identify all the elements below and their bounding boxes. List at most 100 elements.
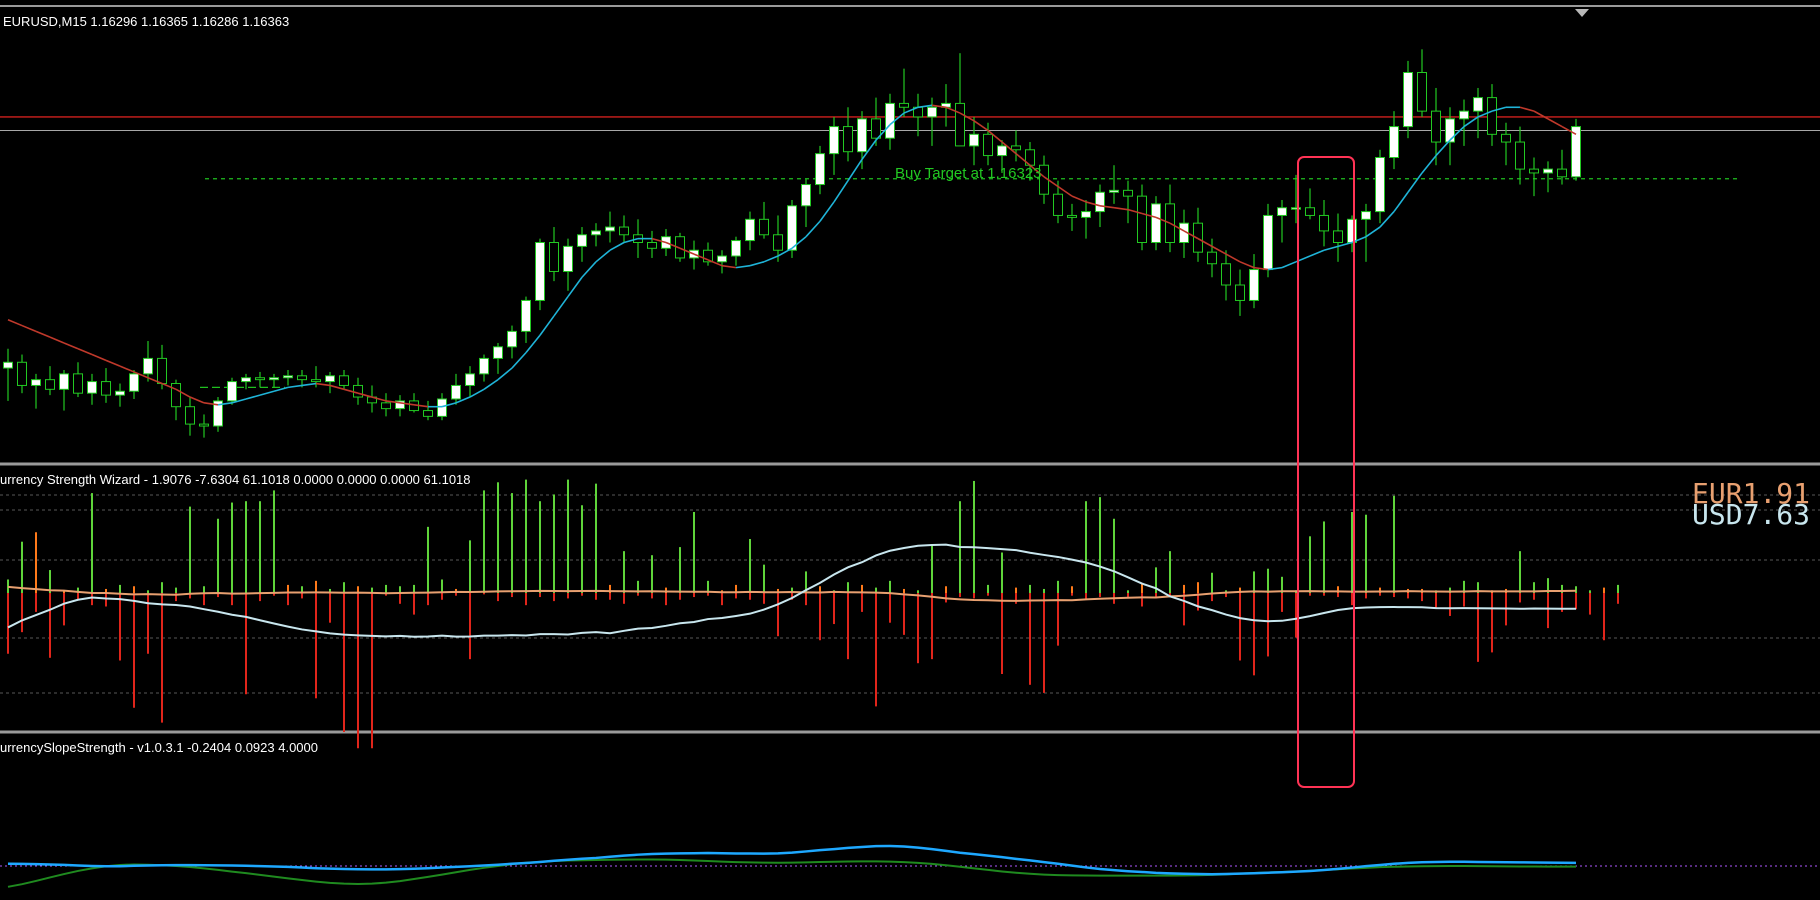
candle-body bbox=[1417, 72, 1427, 112]
candle-body bbox=[101, 381, 111, 396]
shift-marker-icon bbox=[1575, 9, 1589, 17]
mt4-chart-window[interactable]: EURUSD,M15 1.16296 1.16365 1.16286 1.163… bbox=[0, 0, 1820, 900]
strength-indicator-title: urrency Strength Wizard - 1.9076 -7.6304… bbox=[0, 472, 471, 487]
ma-segment-down bbox=[721, 264, 737, 269]
candle-body bbox=[1123, 189, 1133, 197]
candle-body bbox=[3, 361, 13, 369]
candle-body bbox=[451, 384, 461, 400]
ma-segment-down bbox=[63, 342, 79, 350]
ma-segment-up bbox=[553, 296, 569, 317]
ma-segment-down bbox=[1239, 261, 1255, 269]
candle-body bbox=[885, 102, 895, 139]
ma-segment-up bbox=[301, 382, 317, 387]
ma-segment-up bbox=[525, 334, 541, 354]
candle-body bbox=[45, 379, 55, 390]
candle-body bbox=[157, 357, 167, 385]
candle-body bbox=[227, 381, 237, 402]
ma-segment-up bbox=[567, 276, 583, 298]
ma-segment-up bbox=[1281, 261, 1297, 269]
ma-segment-down bbox=[1113, 206, 1129, 211]
candle-body bbox=[1137, 195, 1147, 244]
candle-body bbox=[1053, 193, 1063, 216]
ma-segment-up bbox=[805, 220, 821, 238]
candle-body bbox=[731, 240, 741, 257]
candle-body bbox=[1515, 141, 1525, 170]
ma-segment-up bbox=[469, 388, 485, 398]
candle-body bbox=[31, 379, 41, 386]
ma-segment-up bbox=[1309, 249, 1325, 257]
ma-segment-up bbox=[483, 379, 499, 390]
ma-segment-up bbox=[1365, 226, 1381, 238]
candle-body bbox=[647, 242, 657, 249]
candle-body bbox=[1347, 218, 1357, 243]
candle-body bbox=[1249, 269, 1259, 301]
ma-segment-down bbox=[35, 330, 51, 338]
candle-body bbox=[577, 234, 587, 247]
candle-body bbox=[521, 299, 531, 332]
candle-body bbox=[437, 398, 447, 417]
candle-body bbox=[1067, 214, 1077, 218]
candle-body bbox=[1011, 145, 1021, 151]
candle-body bbox=[171, 383, 181, 408]
candle-body bbox=[801, 184, 811, 207]
candle-body bbox=[1291, 207, 1301, 210]
slope-indicator-title: urrencySlopeStrength - v1.0.3.1 -0.2404 … bbox=[0, 740, 318, 755]
ma-segment-up bbox=[1421, 155, 1437, 174]
candle-body bbox=[325, 375, 335, 383]
ma-segment-up bbox=[1337, 241, 1353, 248]
candle-body bbox=[759, 218, 769, 236]
candle-body bbox=[59, 373, 69, 390]
ma-segment-down bbox=[119, 365, 135, 373]
candle-body bbox=[997, 145, 1007, 157]
candle-body bbox=[17, 361, 27, 386]
candle-body bbox=[143, 357, 153, 375]
candle-body bbox=[843, 126, 853, 153]
candle-body bbox=[1305, 207, 1315, 216]
ma-segment-down bbox=[91, 353, 107, 362]
slope-green-line bbox=[7, 858, 1576, 888]
ma-segment-up bbox=[1323, 245, 1339, 251]
candle-body bbox=[479, 357, 489, 375]
candle-body bbox=[1151, 203, 1161, 243]
candle-body bbox=[591, 230, 601, 236]
candle-body bbox=[619, 226, 629, 236]
candle-body bbox=[983, 133, 993, 157]
ma-segment-down bbox=[329, 384, 345, 391]
currency-slope-panel[interactable] bbox=[0, 844, 1820, 888]
candle-body bbox=[1431, 110, 1441, 143]
candle-body bbox=[857, 118, 867, 153]
candle-body bbox=[1543, 168, 1553, 174]
candle-body bbox=[1487, 97, 1497, 135]
ma-segment-up bbox=[763, 255, 779, 263]
ma-segment-up bbox=[245, 394, 261, 400]
candle-body bbox=[1557, 168, 1567, 178]
candle-body bbox=[339, 375, 349, 386]
ma-segment-up bbox=[819, 201, 835, 222]
candle-body bbox=[1277, 207, 1287, 216]
candle-body bbox=[717, 255, 727, 263]
candle-body bbox=[1207, 251, 1217, 265]
ma-segment-down bbox=[1533, 110, 1549, 120]
candle-body bbox=[1319, 214, 1329, 232]
candle-body bbox=[549, 242, 559, 272]
ma-segment-up bbox=[497, 367, 513, 381]
candle-body bbox=[745, 218, 755, 242]
candle-body bbox=[465, 373, 475, 386]
ma-segment-up bbox=[1393, 191, 1409, 213]
candle-body bbox=[1403, 72, 1413, 128]
candle-body bbox=[1375, 157, 1385, 213]
buy-target-label: Buy Target at 1.16323 bbox=[895, 165, 1042, 182]
candle-body bbox=[1081, 211, 1091, 218]
candle-body bbox=[1235, 284, 1245, 301]
candle-body bbox=[269, 377, 279, 381]
candle-body bbox=[1389, 126, 1399, 159]
candle-body bbox=[927, 106, 937, 118]
ma-segment-down bbox=[7, 319, 23, 327]
ma-segment-up bbox=[259, 390, 275, 396]
currency-strength-panel[interactable] bbox=[0, 479, 1820, 749]
candle-body bbox=[1333, 230, 1343, 243]
candle-body bbox=[507, 330, 517, 348]
candle-body bbox=[535, 242, 545, 301]
ma-segment-down bbox=[315, 382, 331, 387]
candle-body bbox=[381, 402, 391, 410]
